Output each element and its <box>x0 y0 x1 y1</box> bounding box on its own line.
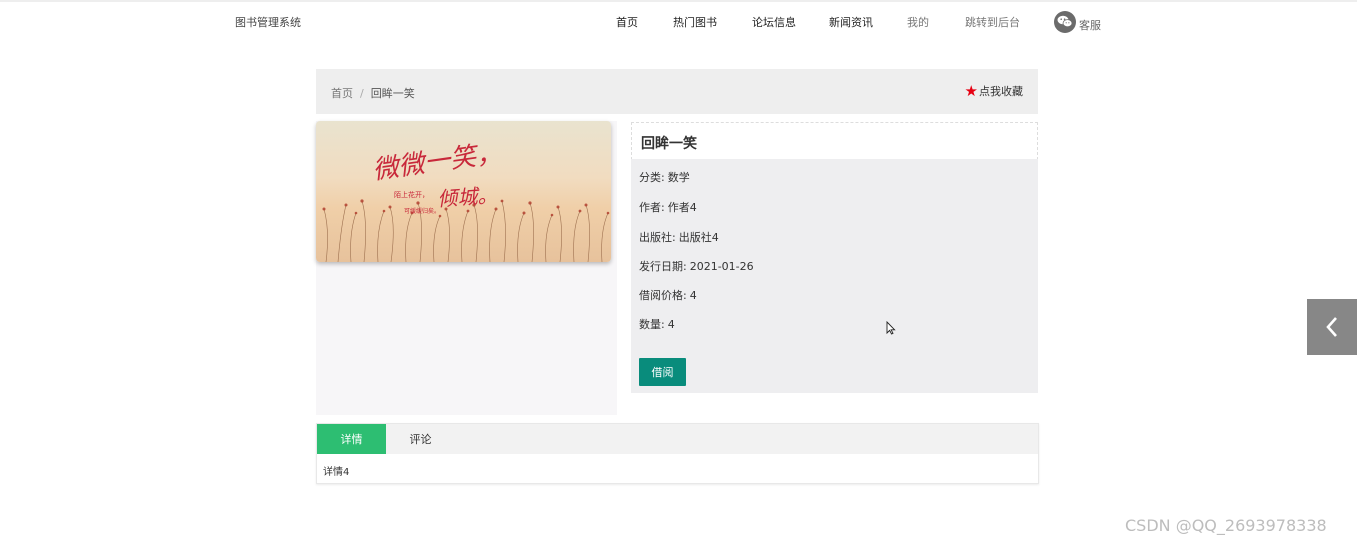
info-row-release-date: 发行日期: 2021-01-26 <box>639 258 754 274</box>
breadcrumb-home[interactable]: 首页 <box>331 87 353 100</box>
nav-admin[interactable]: 跳转到后台 <box>965 14 1020 30</box>
star-icon: ★ <box>964 81 978 100</box>
watermark: CSDN @QQ_2693978338 <box>1125 516 1327 535</box>
book-title-box: 回眸一笑 <box>631 122 1038 160</box>
favorite-label: 点我收藏 <box>979 85 1023 98</box>
borrow-button[interactable]: 借阅 <box>639 358 686 386</box>
info-row-author: 作者: 作者4 <box>639 199 697 215</box>
tab-content: 详情4 <box>323 467 350 478</box>
category-label: 分类: <box>639 171 665 184</box>
book-cover-image: 微微一笑， 倾城。 陌上花开， 可缓缓归矣。 <box>316 121 611 262</box>
nav-home[interactable]: 首页 <box>616 14 638 30</box>
info-row-quantity: 数量: 4 <box>639 316 675 332</box>
cover-text-small1: 陌上花开， <box>394 190 429 199</box>
release-date-value: 2021-01-26 <box>689 260 754 273</box>
site-brand[interactable]: 图书管理系统 <box>235 14 301 30</box>
mouse-cursor-icon <box>886 320 896 339</box>
quantity-label: 数量: <box>639 318 665 331</box>
release-date-label: 发行日期: <box>639 260 687 273</box>
chevron-left-icon <box>1326 317 1337 337</box>
breadcrumb-bar: 首页 / 回眸一笑 ★ 点我收藏 <box>316 69 1038 114</box>
side-toggle-button[interactable] <box>1307 299 1357 355</box>
info-row-publisher: 出版社: 出版社4 <box>639 229 719 245</box>
nav-forum[interactable]: 论坛信息 <box>752 14 796 30</box>
breadcrumb-separator: / <box>360 87 364 100</box>
nav-hot-books[interactable]: 热门图书 <box>673 14 717 30</box>
top-border <box>0 0 1357 2</box>
price-value: 4 <box>689 289 697 302</box>
book-image-panel: 微微一笑， 倾城。 陌上花开， 可缓缓归矣。 <box>316 121 617 415</box>
service-label: 客服 <box>1079 19 1101 32</box>
publisher-label: 出版社: <box>639 231 676 244</box>
cover-text-second: 倾城。 <box>437 183 499 211</box>
tab-header: 详情 评论 <box>317 424 1038 454</box>
customer-service[interactable]: 客服 <box>1054 10 1101 33</box>
nav-mine[interactable]: 我的 <box>907 14 929 30</box>
category-value: 数学 <box>667 171 690 184</box>
info-row-price: 借阅价格: 4 <box>639 287 697 303</box>
book-title: 回眸一笑 <box>641 136 697 152</box>
breadcrumb-current: 回眸一笑 <box>370 87 415 100</box>
book-info-panel: 分类: 数学 作者: 作者4 出版社: 出版社4 发行日期: 2021-01-26 借阅… <box>631 159 1038 393</box>
price-label: 借阅价格: <box>639 289 687 302</box>
cover-text-main: 微微一笑， <box>371 138 504 186</box>
author-value: 作者4 <box>667 201 697 214</box>
info-row-category: 分类: 数学 <box>639 169 690 185</box>
favorite-button[interactable]: ★ 点我收藏 <box>965 83 1023 99</box>
detail-tabs: 详情 评论 详情4 <box>316 423 1039 484</box>
quantity-value: 4 <box>667 318 675 331</box>
publisher-value: 出版社4 <box>678 231 719 244</box>
breadcrumb: 首页 / 回眸一笑 <box>331 85 415 101</box>
cover-text-small2: 可缓缓归矣。 <box>404 207 440 215</box>
wechat-icon <box>1054 10 1076 33</box>
tab-details[interactable]: 详情 <box>317 424 386 454</box>
author-label: 作者: <box>639 201 665 214</box>
tab-comments[interactable]: 评论 <box>386 424 455 454</box>
nav-news[interactable]: 新闻资讯 <box>829 14 873 30</box>
